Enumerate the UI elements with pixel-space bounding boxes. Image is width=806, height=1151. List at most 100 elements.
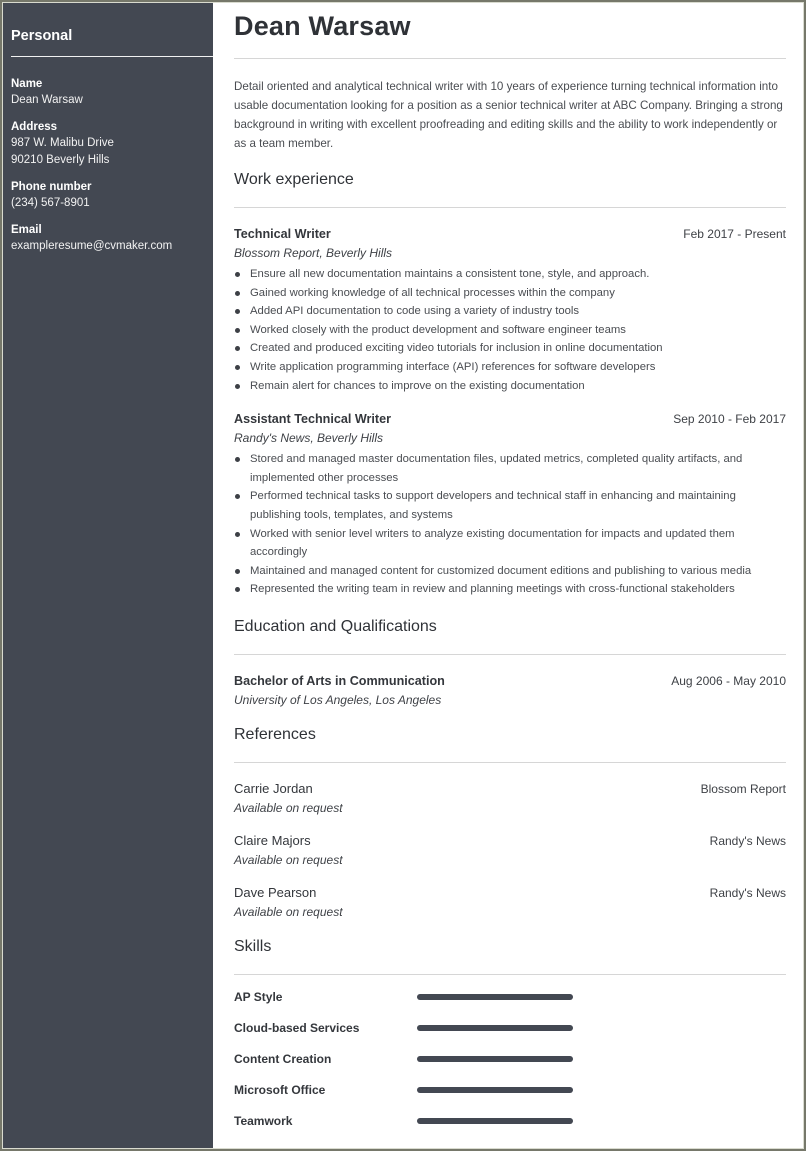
bullet-item: Worked with senior level writers to anal…: [234, 525, 786, 562]
bullet-item: Write application programming interface …: [234, 358, 786, 377]
job-bullets: Stored and managed master documentation …: [234, 450, 786, 599]
field-value: Dean Warsaw: [11, 94, 83, 106]
bullet-icon: [235, 383, 240, 389]
bullet-icon: [235, 494, 240, 500]
skill-name: Microsoft Office: [234, 1083, 326, 1098]
bullet-icon: [235, 346, 240, 352]
profile-summary: Detail oriented and analytical technical…: [234, 80, 783, 150]
field-value: (234) 567-8901: [11, 197, 90, 209]
divider: [234, 973, 786, 975]
skill-row: Cloud-based Services: [234, 1013, 786, 1044]
section-title: Education and Qualifications: [234, 617, 437, 635]
bullet-item: Stored and managed master documentation …: [234, 450, 786, 487]
section-title: Skills: [234, 937, 272, 955]
school-name: University of Los Angeles, Los Angeles: [234, 692, 442, 707]
skill-row: Microsoft Office: [234, 1075, 786, 1106]
bullet-item: Ensure all new documentation maintains a…: [234, 265, 786, 284]
bullet-icon: [235, 327, 240, 333]
bullet-icon: [235, 309, 240, 315]
reference-entry: Dave Pearson Randy's News Available on r…: [234, 884, 786, 922]
skill-row: Content Creation: [234, 1044, 786, 1075]
bullet-text: Represented the writing team in review a…: [250, 583, 735, 596]
skill-level-bar: [417, 1025, 573, 1032]
bullet-icon: [235, 272, 240, 277]
reference-note: Available on request: [234, 904, 343, 919]
bullet-item: Maintained and managed content for custo…: [234, 562, 786, 581]
bullet-item: Added API documentation to code using a …: [234, 302, 786, 321]
job-entry: Technical Writer Feb 2017 - Present Blos…: [234, 225, 786, 395]
work-experience-section: Work experience Technical Writer Feb 201…: [234, 169, 786, 599]
bullet-text: Write application programming interface …: [250, 360, 656, 373]
bullet-item: Performed technical tasks to support dev…: [234, 487, 786, 524]
skill-name: Cloud-based Services: [234, 1021, 360, 1036]
job-title: Technical Writer: [234, 227, 331, 241]
education-dates: Aug 2006 - May 2010: [671, 673, 786, 688]
field-value: 987 W. Malibu Drive: [11, 137, 114, 149]
job-company: Blossom Report, Beverly Hills: [234, 246, 393, 260]
field-value: exampleresume@cvmaker.com: [11, 240, 173, 252]
bullet-item: Worked closely with the product developm…: [234, 321, 786, 340]
reference-name: Claire Majors: [234, 832, 311, 848]
bullet-text: Created and produced exciting video tuto…: [250, 342, 663, 355]
bullet-item: Remain alert for chances to improve on t…: [234, 377, 786, 396]
reference-name: Carrie Jordan: [234, 780, 313, 796]
job-dates: Feb 2017 - Present: [683, 227, 786, 241]
degree-title: Bachelor of Arts in Communication: [234, 673, 445, 688]
field-label: Phone number: [11, 181, 92, 193]
bullet-text: Gained working knowledge of all technica…: [250, 286, 615, 299]
skill-level-bar: [417, 994, 573, 1001]
job-title: Assistant Technical Writer: [234, 412, 392, 427]
job-entry: Assistant Technical Writer Sep 2010 - Fe…: [234, 410, 786, 599]
field-label: Name: [11, 78, 43, 90]
bullet-text: Ensure all new documentation maintains a…: [250, 268, 650, 280]
bullet-text: Performed technical tasks to support dev…: [250, 490, 736, 521]
reference-note: Available on request: [234, 800, 343, 815]
bullet-icon: [235, 364, 240, 370]
skill-level-fill: [417, 1118, 573, 1125]
field-label: Address: [11, 121, 58, 133]
bullet-item: Represented the writing team in review a…: [234, 580, 786, 599]
resume-page: Personal Name Dean Warsaw Address 987 W.…: [0, 0, 806, 1151]
candidate-name: Dean Warsaw: [234, 11, 411, 41]
bullet-icon: [235, 587, 240, 593]
skill-level-fill: [417, 1025, 573, 1032]
bullet-icon: [235, 457, 240, 463]
skills-list: AP Style Cloud-based Services Content Cr…: [234, 982, 786, 1137]
personal-address: Address 987 W. Malibu Drive 90210 Beverl…: [11, 119, 213, 169]
skills-section: Skills AP Style Cloud-based Services Con…: [234, 936, 786, 1137]
reference-entry: Claire Majors Randy's News Available on …: [234, 832, 786, 870]
job-bullets: Ensure all new documentation maintains a…: [234, 265, 786, 395]
bullet-text: Worked closely with the product developm…: [250, 323, 626, 336]
job-company: Randy's News, Beverly Hills: [234, 431, 383, 446]
bullet-icon: [235, 568, 240, 574]
skill-name: Teamwork: [234, 1114, 293, 1129]
skill-name: Content Creation: [234, 1052, 332, 1067]
sidebar-heading: Personal: [11, 28, 213, 57]
skill-level-fill: [417, 1056, 573, 1063]
bullet-text: Remain alert for chances to improve on t…: [250, 379, 585, 392]
sidebar: Personal Name Dean Warsaw Address 987 W.…: [0, 0, 213, 1151]
divider: [234, 58, 786, 59]
field-value: 90210 Beverly Hills: [11, 154, 110, 166]
job-dates: Sep 2010 - Feb 2017: [673, 412, 786, 427]
education-section: Education and Qualifications Bachelor of…: [234, 616, 786, 710]
section-title: References: [234, 725, 316, 743]
personal-phone: Phone number (234) 567-8901: [11, 179, 213, 212]
skill-name: AP Style: [234, 990, 283, 1005]
reference-organization: Randy's News: [709, 833, 786, 848]
education-entry: Bachelor of Arts in Communication Aug 20…: [234, 672, 786, 710]
reference-entry: Carrie Jordan Blossom Report Available o…: [234, 780, 786, 818]
bullet-item: Created and produced exciting video tuto…: [234, 339, 786, 358]
bullet-text: Worked with senior level writers to anal…: [250, 527, 735, 559]
reference-name: Dave Pearson: [234, 884, 317, 900]
personal-name: Name Dean Warsaw: [11, 76, 213, 109]
skill-level-bar: [417, 1056, 573, 1063]
skill-level-bar: [417, 1087, 573, 1094]
divider: [234, 761, 786, 763]
skill-row: AP Style: [234, 982, 786, 1013]
divider: [234, 653, 786, 655]
reference-organization: Randy's News: [709, 885, 786, 900]
skill-level-bar: [417, 1118, 573, 1125]
reference-note: Available on request: [234, 852, 343, 867]
bullet-text: Maintained and managed content for custo…: [250, 564, 752, 577]
